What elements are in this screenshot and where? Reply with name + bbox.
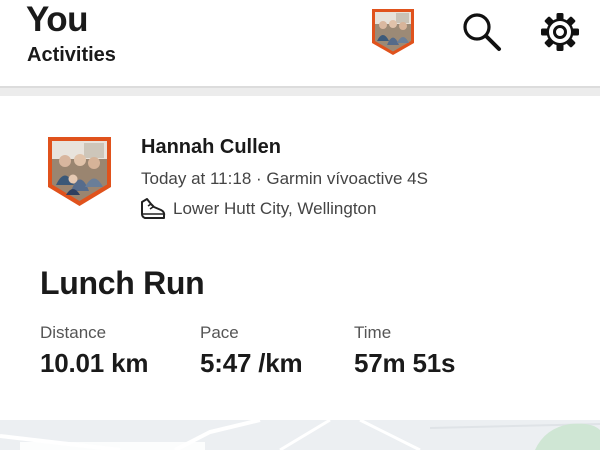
activity-map[interactable] [0,420,600,450]
stat-pace: Pace 5:47 /km [200,322,303,379]
time-value: 57m 51s [354,348,456,378]
pace-value: 5:47 /km [200,348,303,378]
location-row: Lower Hutt City, Wellington [139,195,376,223]
athlete-name[interactable]: Hannah Cullen [141,135,281,159]
pace-label: Pace [200,323,239,342]
distance-label: Distance [40,323,107,342]
page-title: You [26,0,89,39]
profile-avatar[interactable] [370,7,416,57]
gear-icon[interactable] [538,10,582,54]
activity-title[interactable]: Lunch Run [40,263,205,303]
stat-distance: Distance 10.01 km [40,322,148,379]
search-icon[interactable] [459,9,503,53]
header-divider [0,86,600,96]
activity-meta: Today at 11:18 · Garmin vívoactive 4S [141,169,428,188]
distance-value: 10.01 km [40,348,149,378]
shoe-icon [141,198,166,219]
top-app-bar: You Activities [0,0,600,86]
tab-activities[interactable]: Activities [27,43,116,67]
stat-time: Time 57m 51s [354,322,455,379]
athlete-avatar[interactable] [46,135,113,209]
activity-location: Lower Hutt City, Wellington [173,199,377,218]
time-label: Time [354,323,392,342]
